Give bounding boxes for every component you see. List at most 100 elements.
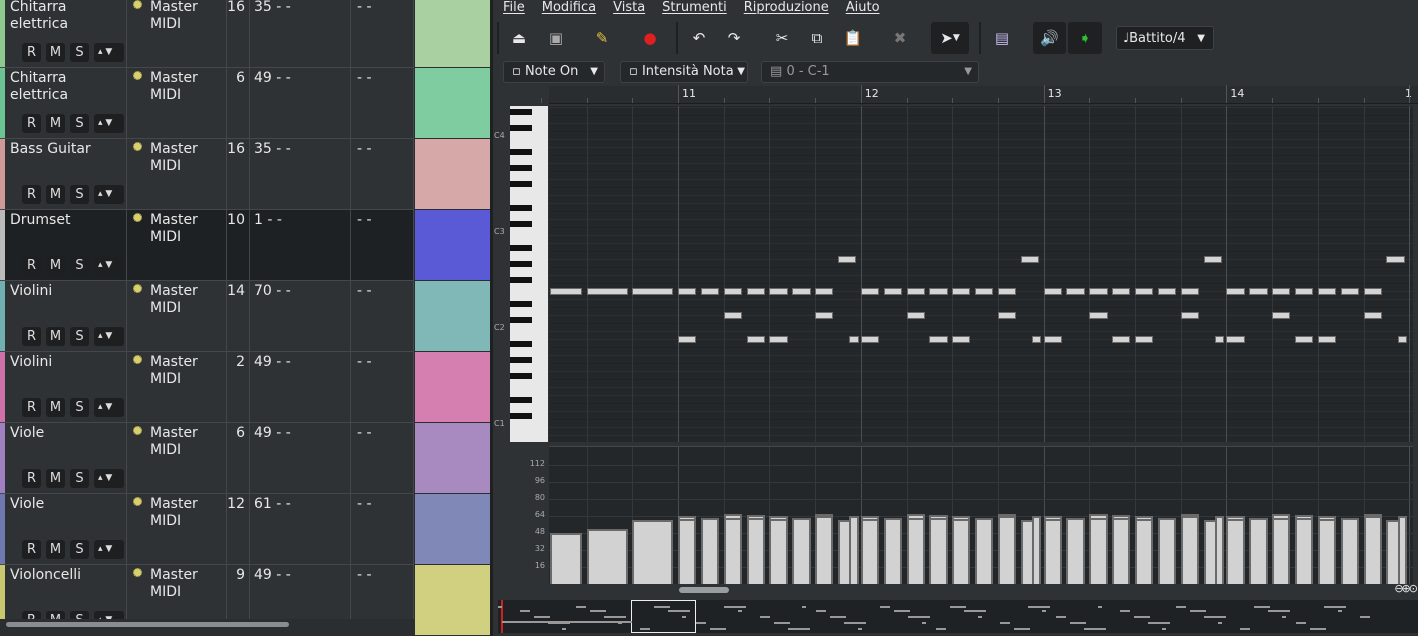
velocity-lane[interactable]	[549, 446, 1413, 584]
mute-button[interactable]: M	[46, 43, 65, 62]
track-name[interactable]: Violini R M S ▴ ▼	[5, 352, 127, 422]
midi-note[interactable]	[769, 288, 788, 295]
snap-dropdown[interactable]: ♩Battito/4 ▼	[1116, 26, 1214, 50]
track-options-dropdown[interactable]: ▴ ▼	[94, 256, 124, 275]
timeline-ruler[interactable]: 111213141	[540, 85, 1418, 104]
track-program[interactable]: 49 - -	[250, 68, 351, 138]
track-program[interactable]: 35 - -	[250, 0, 351, 67]
horizontal-scrollbar[interactable]: ⊖⊕⊙	[549, 582, 1418, 597]
note-grid[interactable]	[549, 106, 1413, 442]
paste-icon[interactable]: 📋	[837, 22, 869, 54]
track-output[interactable]: Master MIDI	[127, 139, 227, 209]
track-clip[interactable]	[415, 139, 490, 209]
velocity-bar[interactable]	[1317, 519, 1337, 584]
track-channel[interactable]: 14	[227, 281, 250, 351]
track-name[interactable]: Chitarra elettrica R M S ▴ ▼	[5, 0, 127, 67]
track-clip[interactable]	[415, 352, 490, 422]
track-row[interactable]: Chitarra elettrica R M S ▴ ▼ Master MIDI…	[0, 68, 490, 139]
black-key[interactable]	[510, 205, 532, 211]
midi-note[interactable]	[723, 288, 742, 295]
velocity-bar[interactable]	[792, 518, 811, 584]
black-key[interactable]	[510, 357, 532, 363]
mute-button[interactable]: M	[46, 540, 65, 559]
velocity-bar[interactable]	[1226, 519, 1245, 584]
select-tool-dropdown[interactable]: ➤ ▼	[931, 22, 969, 54]
track-channel[interactable]: 6	[227, 68, 250, 138]
mute-button[interactable]: M	[46, 114, 65, 133]
track-channel[interactable]: 16	[227, 0, 250, 67]
velocity-bar[interactable]	[1135, 519, 1154, 584]
midi-note[interactable]	[1112, 336, 1131, 343]
mute-button[interactable]: M	[46, 327, 65, 346]
track-program[interactable]: 49 - -	[250, 352, 351, 422]
track-name[interactable]: Chitarra elettrica R M S ▴ ▼	[5, 68, 127, 138]
edit-pencil-icon[interactable]: ✎	[586, 22, 618, 54]
track-row[interactable]: Drumset R M S ▴ ▼ Master MIDI 10 1 - - -…	[0, 210, 490, 281]
velocity-bar[interactable]	[1180, 516, 1199, 584]
black-key[interactable]	[510, 149, 532, 155]
velocity-bar[interactable]	[723, 518, 742, 584]
midi-note[interactable]	[1397, 336, 1407, 343]
velocity-bar[interactable]	[1340, 518, 1359, 584]
track-output[interactable]: Master MIDI	[127, 494, 227, 564]
track-output[interactable]: Master MIDI	[127, 352, 227, 422]
track-row[interactable]: Violini R M S ▴ ▼ Master MIDI 2 49 - - -…	[0, 352, 490, 423]
velocity-bar[interactable]	[1032, 516, 1042, 584]
midi-note[interactable]	[1032, 336, 1042, 343]
track-options-dropdown[interactable]: ▴ ▼	[94, 114, 124, 133]
track-program[interactable]: 49 - -	[250, 423, 351, 493]
black-key[interactable]	[510, 373, 532, 379]
midi-note[interactable]	[678, 288, 697, 295]
midi-note[interactable]	[849, 336, 859, 343]
velocity-bar[interactable]	[746, 518, 765, 584]
track-clip[interactable]	[415, 423, 490, 493]
midi-note[interactable]	[1043, 336, 1062, 343]
track-row[interactable]: Viole R M S ▴ ▼ Master MIDI 6 49 - - - -	[0, 423, 490, 494]
velocity-bar[interactable]	[1272, 518, 1291, 584]
midi-note[interactable]	[792, 288, 811, 295]
midi-note[interactable]	[815, 288, 834, 295]
track-bank[interactable]: - -	[351, 210, 414, 280]
velocity-bar[interactable]	[1249, 518, 1268, 584]
track-bank[interactable]: - -	[351, 0, 414, 67]
track-bank[interactable]: - -	[351, 68, 414, 138]
midi-note[interactable]	[1294, 288, 1314, 295]
velocity-bar[interactable]	[929, 518, 948, 584]
track-options-dropdown[interactable]: ▴ ▼	[94, 540, 124, 559]
track-bank[interactable]: - -	[351, 139, 414, 209]
track-row[interactable]: Viole R M S ▴ ▼ Master MIDI 12 61 - - - …	[0, 494, 490, 565]
mute-button[interactable]: M	[46, 256, 65, 275]
track-clip[interactable]	[415, 210, 490, 280]
solo-button[interactable]: S	[70, 43, 89, 62]
black-key[interactable]	[510, 245, 532, 251]
velocity-bar[interactable]	[1089, 518, 1108, 584]
track-options-dropdown[interactable]: ▴ ▼	[94, 469, 124, 488]
track-options-dropdown[interactable]: ▴ ▼	[94, 185, 124, 204]
track-channel[interactable]: 16	[227, 139, 250, 209]
solo-button[interactable]: S	[70, 469, 89, 488]
track-program[interactable]: 35 - -	[250, 139, 351, 209]
velocity-bar[interactable]	[997, 516, 1017, 584]
midi-note[interactable]	[746, 288, 765, 295]
midi-note[interactable]	[1066, 288, 1085, 295]
mute-button[interactable]: M	[46, 469, 65, 488]
menu-modifica[interactable]: Modifica	[542, 0, 596, 16]
black-key[interactable]	[510, 301, 532, 307]
midi-note[interactable]	[586, 288, 628, 295]
track-program[interactable]: 70 - -	[250, 281, 351, 351]
track-program[interactable]: 61 - -	[250, 494, 351, 564]
black-key[interactable]	[510, 109, 532, 115]
track-output[interactable]: Master MIDI	[127, 68, 227, 138]
velocity-bar[interactable]	[1157, 518, 1177, 584]
track-program[interactable]: 1 - -	[250, 210, 351, 280]
instrument-dropdown[interactable]: ▤ 0 - C-1 ▼	[761, 61, 979, 83]
track-list-scrollbar[interactable]	[0, 619, 414, 636]
mute-button[interactable]: M	[46, 398, 65, 417]
overview-navigator[interactable]	[498, 600, 1418, 633]
solo-button[interactable]: S	[70, 398, 89, 417]
menu-vista[interactable]: Vista	[613, 0, 645, 16]
cut-icon[interactable]: ✂	[766, 22, 798, 54]
midi-note[interactable]	[1363, 312, 1382, 319]
track-name[interactable]: Viole R M S ▴ ▼	[5, 423, 127, 493]
velocity-bar[interactable]	[952, 519, 971, 584]
